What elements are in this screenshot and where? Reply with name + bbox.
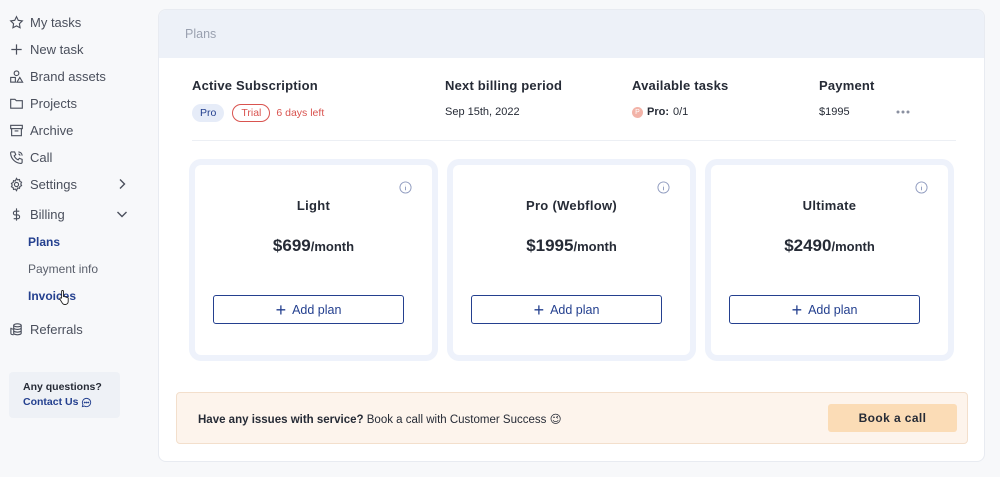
sidebar-item-settings[interactable]: Settings (8, 174, 77, 194)
plus-icon: + (275, 299, 287, 320)
coins-icon (8, 321, 24, 337)
banner-message: Book a call with Customer Success (366, 414, 547, 426)
payment-value: $1995 (819, 106, 850, 118)
dollar-icon (8, 206, 24, 222)
wink-emoji-icon: 😉 (549, 414, 562, 426)
pro-avatar-icon: P (632, 106, 643, 118)
add-plan-button[interactable]: + Add plan (729, 295, 920, 324)
sidebar-item-call[interactable]: Call (8, 147, 52, 167)
info-icon[interactable] (399, 181, 412, 194)
add-plan-button[interactable]: + Add plan (213, 295, 404, 324)
billing-sub-plans[interactable]: Plans (28, 235, 60, 249)
billing-sub-payment-info[interactable]: Payment info (28, 262, 98, 276)
info-icon[interactable] (657, 181, 670, 194)
price-amount: $1995 (526, 236, 574, 255)
questions-box: Any questions? Contact Us (9, 372, 120, 418)
sidebar-item-label: Call (30, 149, 53, 165)
add-plan-label: Add plan (550, 302, 600, 317)
plan-price: $1995/month (453, 236, 690, 256)
price-period: /month (573, 239, 617, 254)
shapes-icon (8, 68, 24, 84)
plus-icon (8, 41, 24, 57)
sidebar-item-archive[interactable]: Archive (8, 120, 73, 140)
days-left-text: 6 days left (276, 107, 325, 119)
sidebar-item-projects[interactable]: Projects (8, 93, 77, 113)
plus-icon: + (533, 299, 545, 320)
folder-icon (8, 95, 24, 111)
banner-text: Have any issues with service? Book a cal… (198, 412, 562, 426)
banner-question: Have any issues with service? (198, 414, 364, 426)
archive-icon (8, 122, 24, 138)
plan-card-ultimate: Ultimate $2490/month + Add plan (711, 165, 948, 355)
phone-icon (8, 149, 24, 165)
plan-price: $2490/month (711, 236, 948, 256)
tasks-count: 0/1 (673, 106, 689, 118)
plan-name: Light (296, 198, 331, 213)
more-options-icon[interactable] (895, 107, 911, 117)
sidebar-item-label: Billing (30, 206, 65, 222)
payment-heading: Payment (819, 78, 875, 93)
plus-icon: + (791, 299, 803, 320)
plan-card-light: Light $699/month + Add plan (195, 165, 432, 355)
sidebar-item-label: Referrals (30, 321, 83, 337)
sidebar-item-label: New task (30, 41, 84, 57)
available-tasks-heading: Available tasks (632, 78, 729, 93)
sidebar-item-new-task[interactable]: New task (8, 39, 83, 59)
gear-icon (8, 176, 24, 192)
plan-name: Pro (Webflow) (525, 198, 618, 213)
star-icon (8, 14, 24, 30)
sidebar-item-billing[interactable]: Billing (8, 204, 65, 224)
chat-icon (82, 397, 92, 407)
contact-us-link[interactable]: Contact Us (23, 396, 120, 408)
add-plan-button[interactable]: + Add plan (471, 295, 662, 324)
questions-title: Any questions? (23, 381, 102, 393)
sidebar-item-label: Settings (30, 176, 77, 192)
sidebar-item-referrals[interactable]: Referrals (8, 319, 83, 339)
price-period: /month (310, 239, 355, 254)
add-plan-label: Add plan (292, 302, 342, 317)
sidebar-item-label: Projects (30, 95, 77, 111)
plan-card-pro-webflow: Pro (Webflow) $1995/month + Add plan (453, 165, 690, 355)
divider (192, 140, 956, 141)
next-billing-heading: Next billing period (445, 78, 563, 93)
plans-panel: Plans Active Subscription Next billing p… (158, 9, 985, 462)
sidebar-item-brand-assets[interactable]: Brand assets (8, 66, 106, 86)
chevron-down-icon[interactable] (116, 208, 128, 220)
billing-date: Sep 15th, 2022 (445, 106, 520, 118)
add-plan-label: Add plan (808, 302, 858, 317)
price-amount: $699 (272, 236, 311, 255)
trial-badge: Trial (232, 104, 271, 122)
price-amount: $2490 (784, 236, 832, 255)
contact-us-label: Contact Us (23, 396, 79, 408)
hand-cursor-icon (59, 290, 69, 305)
page-title: Plans (159, 10, 984, 58)
price-period: /month (831, 239, 875, 254)
tasks-plan-label: Pro: (647, 106, 669, 118)
plan-badge: Pro (192, 104, 225, 122)
info-icon[interactable] (915, 181, 928, 194)
plan-price: $699/month (195, 236, 432, 256)
book-a-call-button[interactable]: Book a call (828, 404, 957, 432)
support-banner: Have any issues with service? Book a cal… (176, 392, 968, 444)
active-subscription-heading: Active Subscription (192, 78, 318, 93)
subscription-status: Pro Trial 6 days left (192, 104, 324, 122)
plan-name: Ultimate (802, 198, 857, 213)
sidebar-item-label: Brand assets (30, 68, 106, 84)
sidebar: My tasks New task Brand assets Projects … (0, 0, 150, 477)
chevron-right-icon[interactable] (116, 178, 128, 190)
sidebar-item-label: My tasks (30, 14, 82, 30)
sidebar-item-my-tasks[interactable]: My tasks (8, 12, 81, 32)
available-tasks-value: P Pro: 0/1 (632, 106, 688, 118)
sidebar-item-label: Archive (30, 122, 74, 138)
